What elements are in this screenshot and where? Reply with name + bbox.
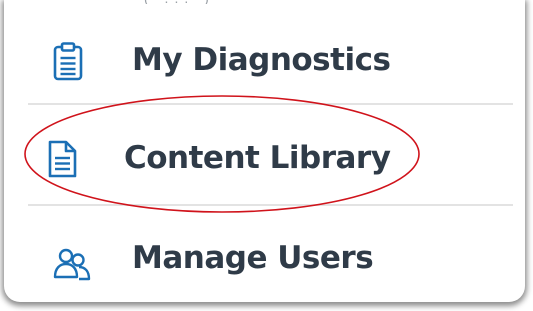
menu-item-label: Content Library [124, 140, 391, 176]
clipboard-icon [53, 42, 83, 81]
users-icon [53, 248, 91, 281]
menu-item-content-library[interactable]: Content Library [4, 108, 525, 200]
menu-item-manage-users[interactable]: Manage Users [4, 208, 525, 300]
menu-item-label: My Diagnostics [132, 42, 391, 78]
cut-off-text: ( ... ) [144, 0, 344, 4]
menu-item-my-diagnostics[interactable]: My Diagnostics [4, 8, 525, 100]
menu-panel: ( ... ) My Diagnostics Content Library [4, 0, 525, 302]
divider [28, 204, 513, 206]
document-icon [48, 140, 77, 178]
menu-item-label: Manage Users [132, 240, 374, 276]
divider [28, 103, 513, 105]
